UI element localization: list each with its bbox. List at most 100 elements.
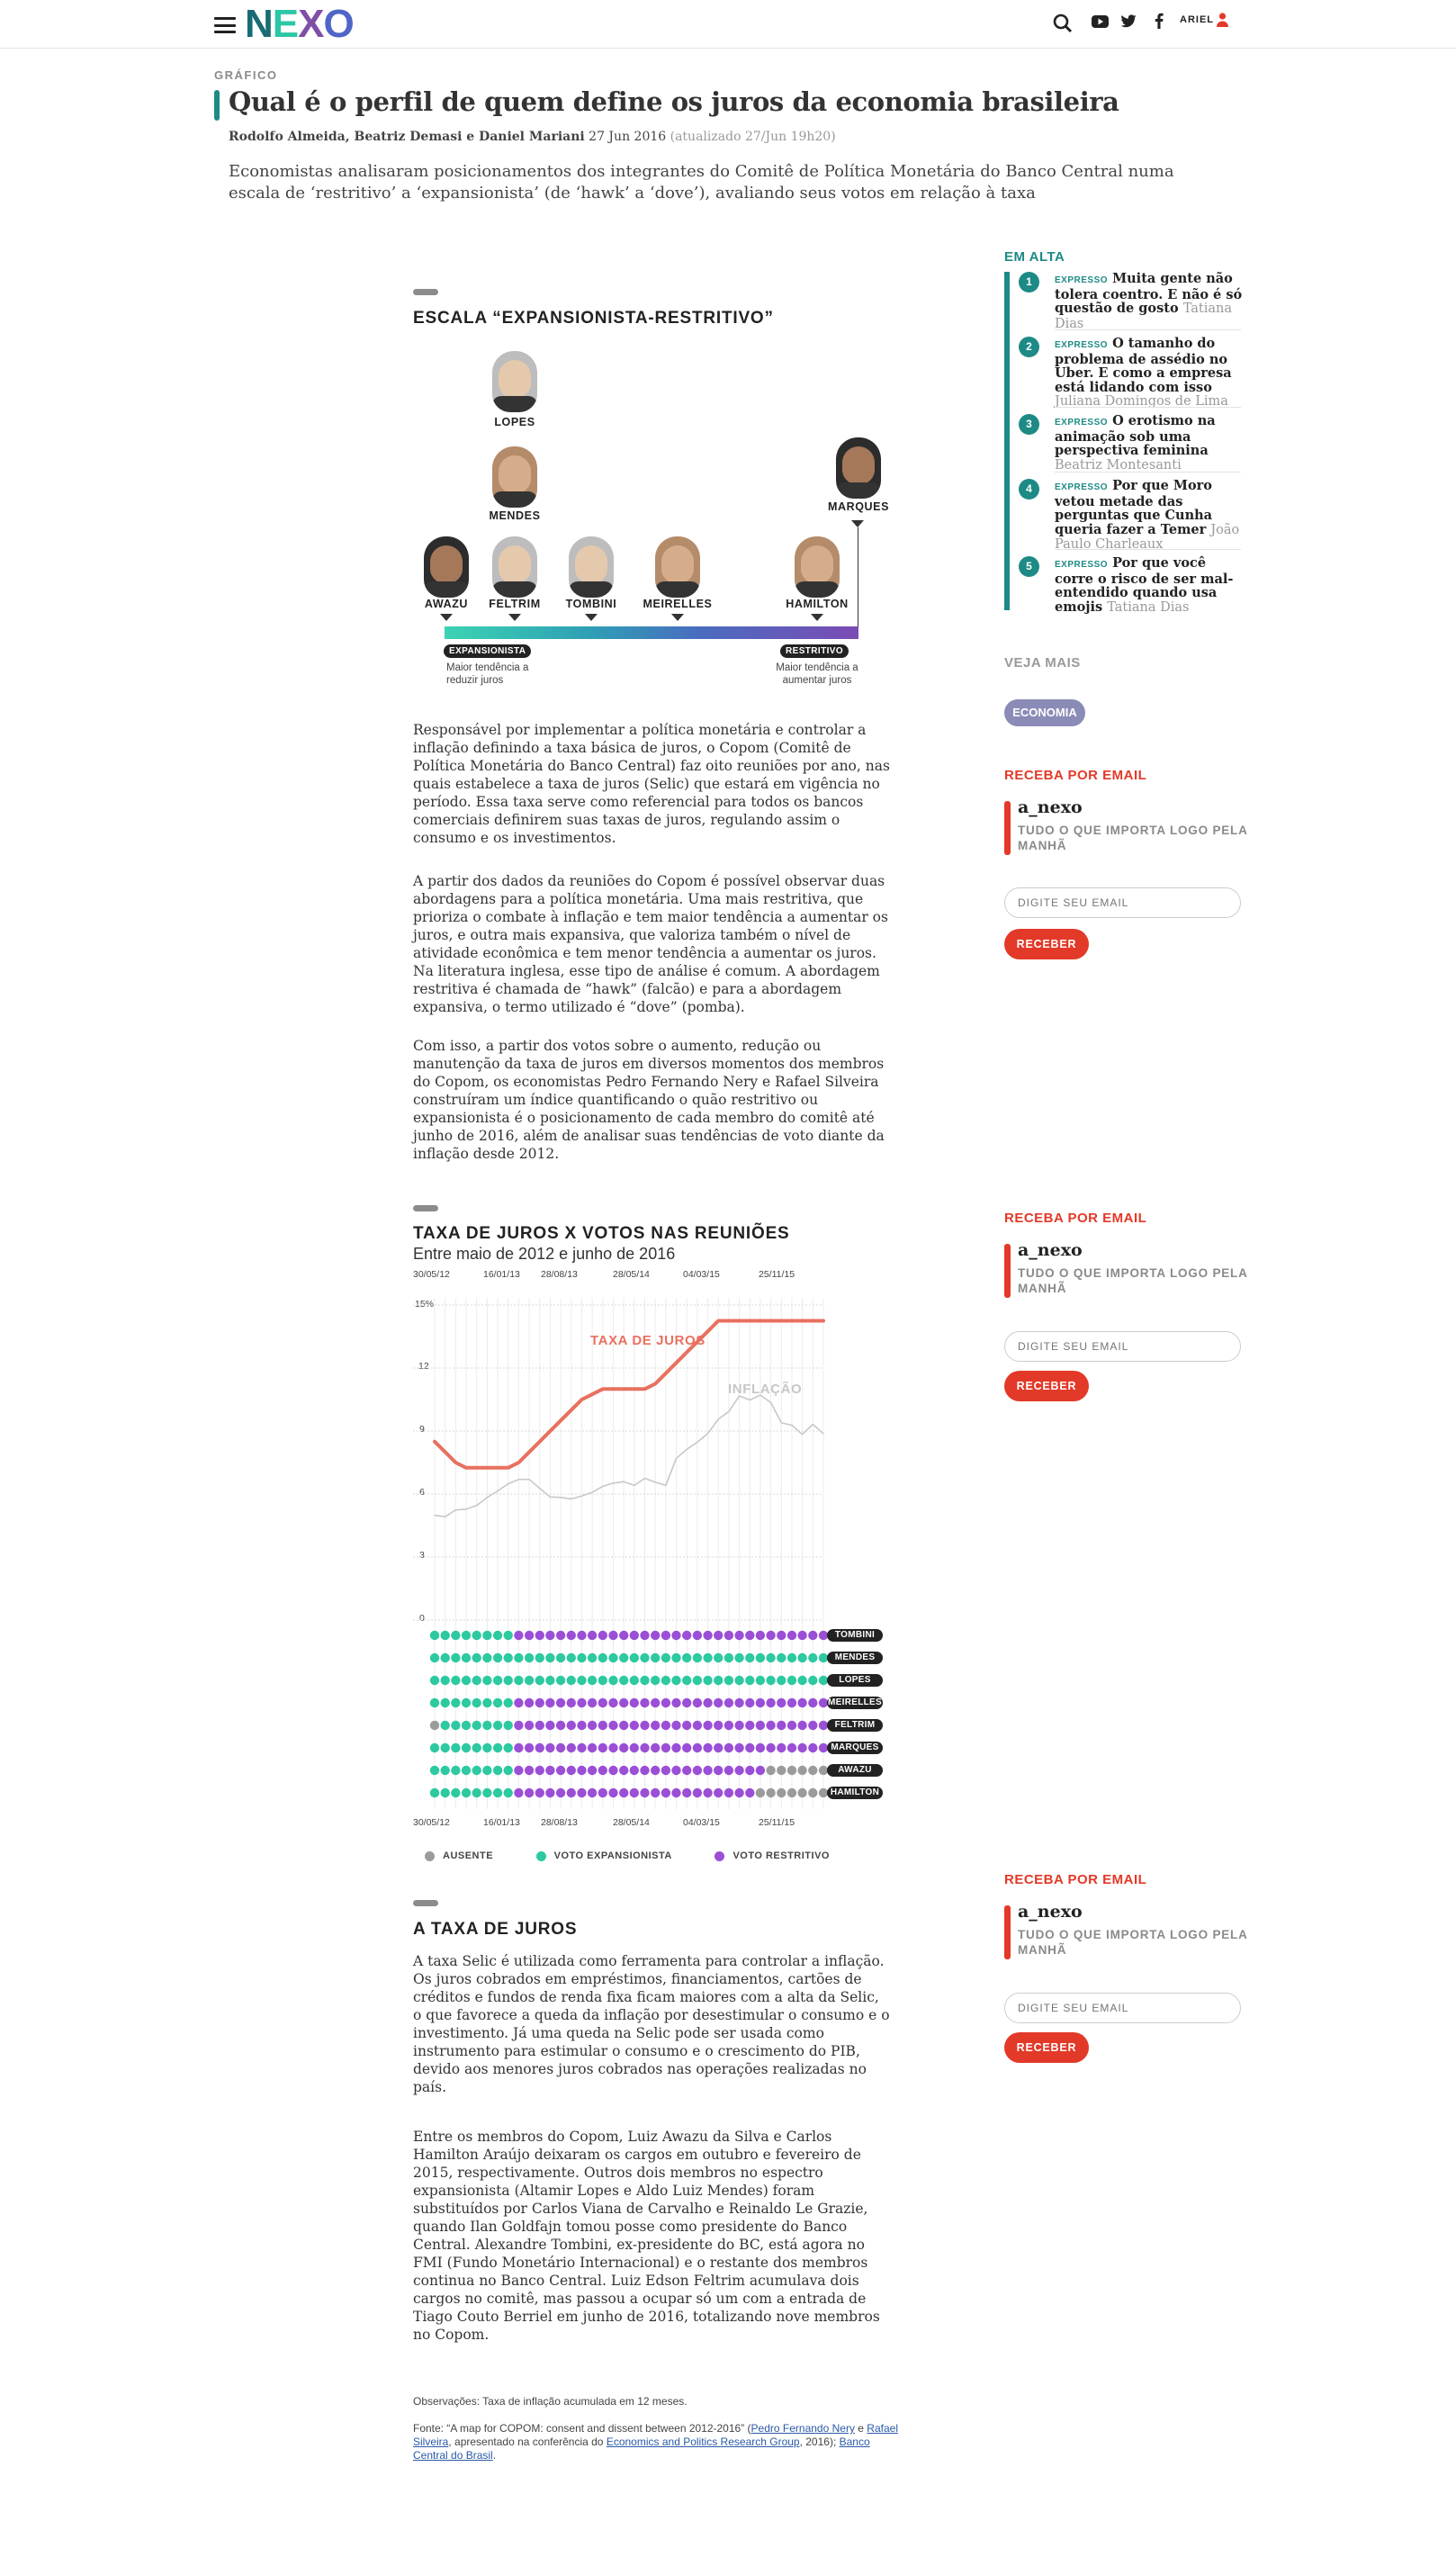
legend-item-expansionist: VOTO EXPANSIONISTA	[535, 1850, 672, 1861]
vote-dot	[566, 1630, 576, 1641]
twitter-icon[interactable]	[1120, 14, 1137, 28]
vote-dot	[619, 1742, 629, 1753]
vote-dot	[734, 1765, 744, 1776]
subscribe-button[interactable]: RECEBER	[1004, 2032, 1089, 2063]
source-text: , apresentado na conferência do	[448, 2435, 607, 2448]
facebook-icon[interactable]	[1155, 13, 1164, 29]
inflation-series-label: INFLAÇÃO	[728, 1382, 803, 1397]
vote-dot	[651, 1742, 661, 1753]
trending-item[interactable]: 5 EXPRESSO Por que você corre o risco de…	[1019, 556, 1242, 614]
legend-dot	[535, 1850, 546, 1861]
expansionist-restrictive-scale-bar	[445, 626, 858, 639]
member-label: LOPES	[827, 1674, 883, 1687]
x-tick-label: 04/03/15	[683, 1817, 720, 1828]
vote-dot	[598, 1675, 607, 1686]
vote-dot	[671, 1630, 681, 1641]
vote-dot	[461, 1652, 472, 1663]
vote-dot	[661, 1742, 671, 1753]
vote-dot	[703, 1765, 713, 1776]
vote-dot	[577, 1652, 587, 1663]
vote-dot	[619, 1675, 629, 1686]
vote-dot	[451, 1630, 461, 1641]
source-link[interactable]: Economics and Politics Research Group	[607, 2435, 800, 2448]
trending-text: EXPRESSO O erotismo na animação sob uma …	[1055, 414, 1244, 473]
vote-dot	[524, 1630, 535, 1641]
vote-dot	[714, 1697, 724, 1708]
vote-dot	[440, 1720, 450, 1731]
member-label: MENDES	[827, 1652, 883, 1664]
user-icon[interactable]	[1217, 13, 1228, 27]
youtube-icon[interactable]	[1092, 15, 1109, 28]
vote-dot	[682, 1630, 692, 1641]
vote-dot	[524, 1675, 535, 1686]
vote-dot	[587, 1630, 598, 1641]
expansionist-pill: EXPANSIONISTA	[444, 644, 532, 658]
vote-dot	[724, 1675, 734, 1686]
person-label: MENDES	[489, 509, 541, 522]
menu-icon[interactable]	[214, 17, 236, 33]
vote-dot	[598, 1787, 607, 1798]
subscribe-button[interactable]: RECEBER	[1004, 929, 1089, 959]
vote-dot	[492, 1765, 503, 1776]
trending-item[interactable]: 3 EXPRESSO O erotismo na animação sob um…	[1019, 414, 1242, 472]
vote-dot	[451, 1787, 461, 1798]
economy-tag-button[interactable]: ECONOMIA	[1004, 699, 1085, 726]
vote-dot	[766, 1787, 776, 1798]
vote-dot	[461, 1787, 472, 1798]
email-field[interactable]	[1004, 887, 1241, 918]
person-label: LOPES	[494, 416, 535, 428]
vote-dot	[555, 1720, 566, 1731]
trending-item[interactable]: 2 EXPRESSO O tamanho do problema de assé…	[1019, 337, 1242, 409]
vote-dot	[797, 1742, 807, 1753]
vote-dot	[808, 1742, 818, 1753]
vote-dot	[503, 1652, 513, 1663]
vote-dot	[598, 1765, 607, 1776]
newsletter-name: a_nexo	[1018, 797, 1083, 817]
vote-dot	[482, 1787, 492, 1798]
vote-dot	[703, 1652, 713, 1663]
nexo-logo[interactable]: NEXO	[245, 4, 355, 45]
vote-dot	[692, 1720, 703, 1731]
vote-dot	[545, 1765, 555, 1776]
vote-dot	[714, 1742, 724, 1753]
legend-label: VOTO EXPANSIONISTA	[553, 1850, 672, 1861]
vote-dot	[608, 1675, 618, 1686]
vote-dot	[514, 1697, 524, 1708]
authors: Rodolfo Almeida, Beatriz Demasi e Daniel…	[229, 130, 585, 144]
search-icon[interactable]	[1053, 14, 1073, 33]
trending-item[interactable]: 4 EXPRESSO Por que Moro vetou metade das…	[1019, 479, 1242, 552]
vote-dot	[629, 1765, 639, 1776]
x-tick-label: 16/01/13	[483, 1817, 520, 1828]
divider	[1055, 549, 1241, 550]
vote-dot	[640, 1697, 650, 1708]
vote-dot	[524, 1787, 535, 1798]
vote-dot	[692, 1697, 703, 1708]
vote-dot	[514, 1652, 524, 1663]
vote-dot	[587, 1787, 598, 1798]
vote-dot	[651, 1630, 661, 1641]
email-field[interactable]	[1004, 1993, 1241, 2023]
vote-dot	[692, 1652, 703, 1663]
trending-item[interactable]: 1 EXPRESSO Muita gente não tolera coentr…	[1019, 272, 1242, 337]
vote-dot	[535, 1697, 544, 1708]
vote-dot	[440, 1697, 450, 1708]
vote-dot	[461, 1720, 472, 1731]
vote-dot	[514, 1675, 524, 1686]
vote-dot	[651, 1675, 661, 1686]
vote-dot	[714, 1765, 724, 1776]
user-name[interactable]: ARIEL	[1180, 14, 1214, 25]
vote-dot	[745, 1765, 755, 1776]
body-paragraph: Entre os membros do Copom, Luiz Awazu da…	[413, 2129, 880, 2343]
source-link[interactable]: Pedro Fernando Nery	[751, 2422, 855, 2435]
subscribe-button[interactable]: RECEBER	[1004, 1371, 1089, 1401]
legend-label: VOTO RESTRITIVO	[732, 1850, 830, 1861]
vote-dot	[587, 1720, 598, 1731]
vote-dot	[545, 1630, 555, 1641]
vote-dot	[514, 1630, 524, 1641]
vote-dot	[808, 1697, 818, 1708]
vote-dot	[786, 1630, 797, 1641]
email-field[interactable]	[1004, 1331, 1241, 1362]
legend-dot	[715, 1850, 725, 1861]
vote-dot	[640, 1630, 650, 1641]
vote-dot	[714, 1675, 724, 1686]
